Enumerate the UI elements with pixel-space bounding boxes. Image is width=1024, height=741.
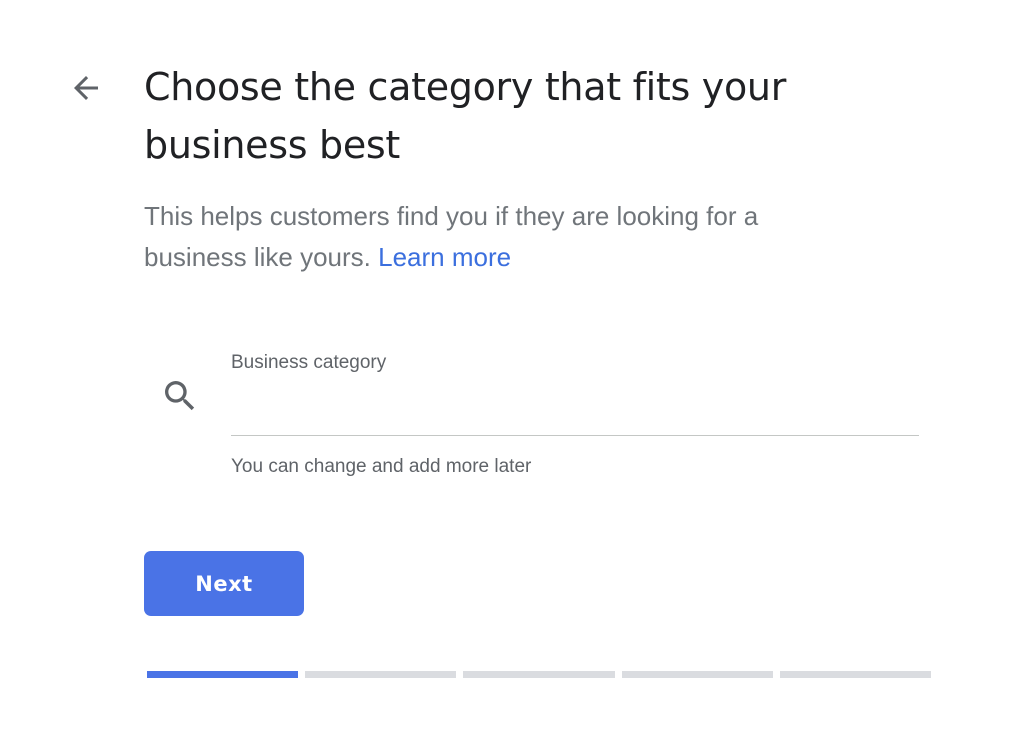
search-icon[interactable]	[160, 376, 200, 416]
business-category-input[interactable]	[231, 386, 919, 436]
progress-step-4	[621, 671, 773, 678]
learn-more-link[interactable]: Learn more	[378, 242, 511, 272]
business-category-helper-text: You can change and add more later	[231, 456, 532, 477]
back-button[interactable]	[66, 70, 106, 106]
page-description: This helps customers find you if they ar…	[144, 196, 864, 278]
page-title: Choose the category that fits your busin…	[144, 65, 787, 167]
step-progress-bar	[147, 671, 932, 678]
progress-step-5	[779, 671, 932, 678]
arrow-back-icon	[74, 76, 98, 100]
business-category-label: Business category	[231, 352, 387, 373]
progress-step-2	[305, 671, 457, 678]
next-button[interactable]: Next	[144, 551, 304, 616]
progress-step-3	[463, 671, 615, 678]
progress-step-1	[147, 671, 299, 678]
